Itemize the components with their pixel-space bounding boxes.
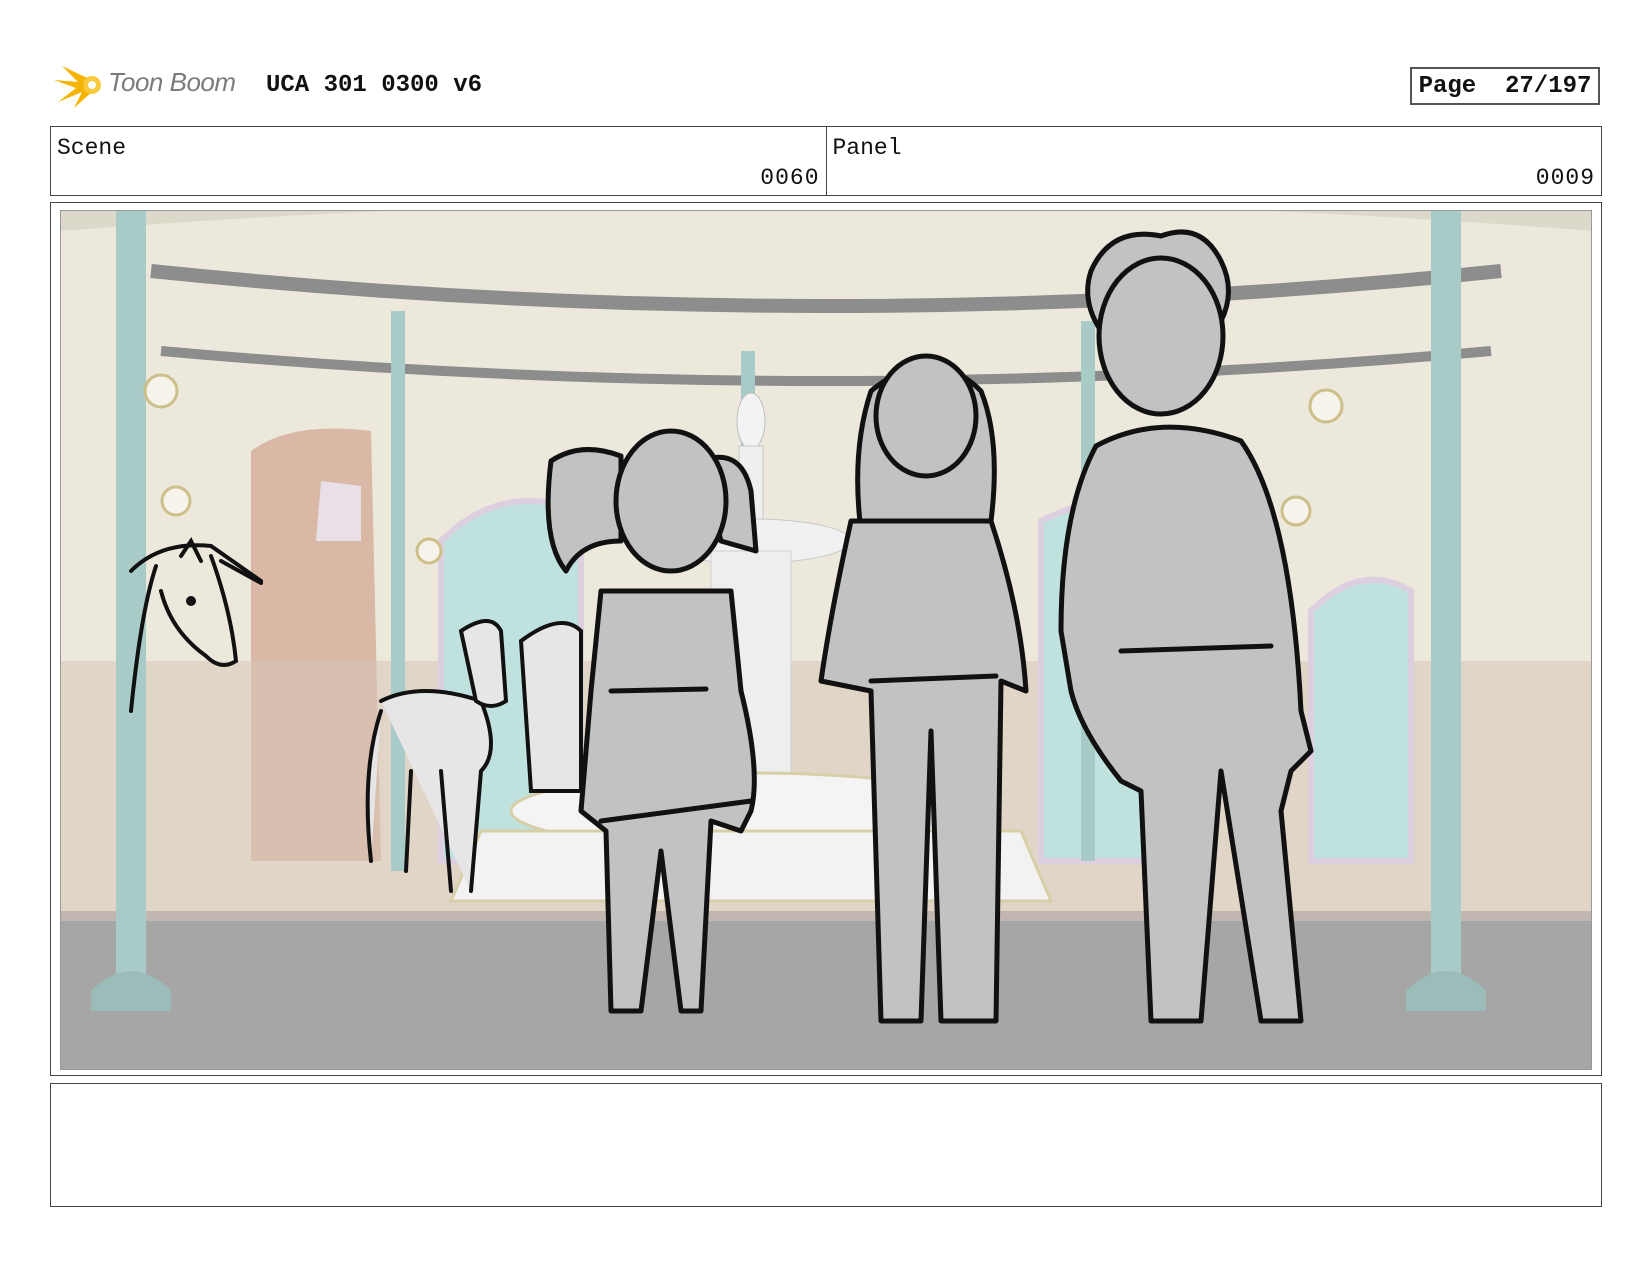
- inner-column: [391, 311, 405, 871]
- lamp: [1308, 388, 1344, 424]
- storyboard-drawing: [60, 210, 1592, 1070]
- door-window: [316, 481, 361, 541]
- panel-number: 0009: [1535, 165, 1595, 191]
- page-header: Toon Boom UCA 301 0300 v6 Page 27/197: [0, 0, 1648, 120]
- document-title: UCA 301 0300 v6: [266, 72, 483, 99]
- arch-window: [1308, 576, 1414, 864]
- toon-boom-logo: Toon Boom: [52, 58, 252, 112]
- panel-label: Panel: [832, 135, 902, 161]
- logo-text: Toon Boom: [108, 67, 236, 97]
- floor: [61, 911, 1591, 1069]
- lamp: [143, 373, 179, 409]
- lamp: [1280, 495, 1312, 527]
- lamp: [415, 537, 443, 565]
- scene-panel-info: Scene 0060 Panel 0009: [50, 126, 1602, 196]
- scene-label: Scene: [57, 135, 127, 161]
- carousel-scene-illustration: [61, 211, 1591, 1069]
- notes-box: [50, 1083, 1602, 1207]
- page-counter: Page 27/197: [1410, 67, 1600, 105]
- left-pillar: [116, 211, 146, 991]
- scene-number: 0060: [760, 165, 820, 191]
- panel-cell: Panel 0009: [825, 127, 1602, 195]
- right-pillar: [1431, 211, 1461, 991]
- scene-cell: Scene 0060: [51, 127, 826, 195]
- lamp: [160, 485, 192, 517]
